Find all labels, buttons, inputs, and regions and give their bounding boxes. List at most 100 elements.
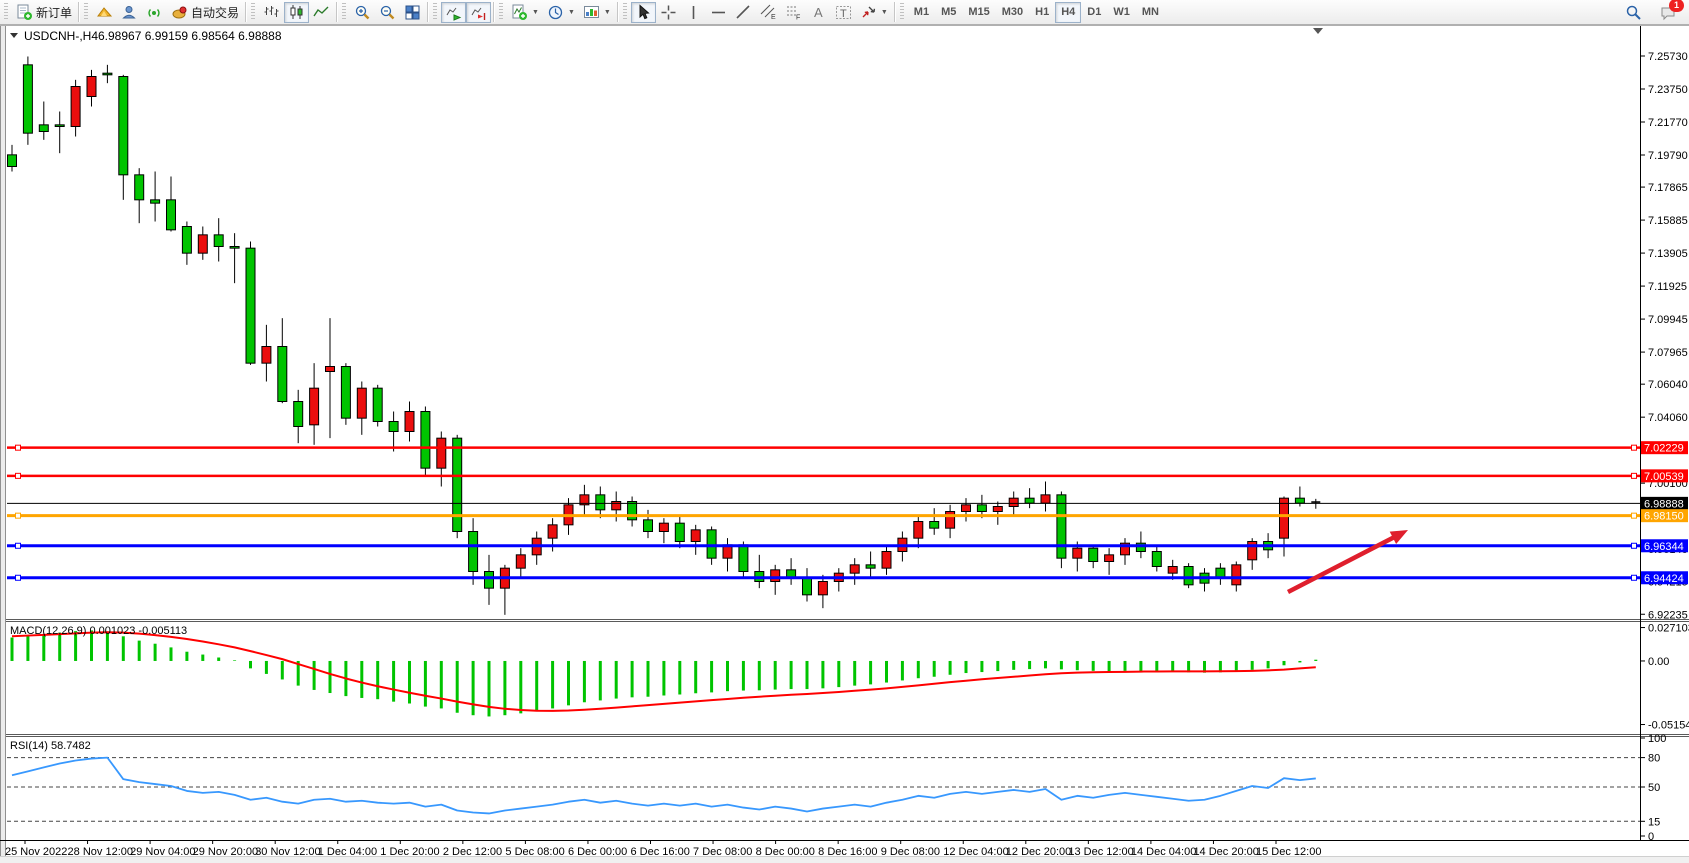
price-tick-label: 7.17865: [1648, 182, 1688, 194]
macd-tick-label: 0.00: [1648, 656, 1669, 668]
indicators-button[interactable]: ▼: [507, 2, 543, 23]
notifications-button[interactable]: 1: [1656, 2, 1681, 23]
price-tag-label: 7.00539: [1644, 471, 1684, 483]
trendline-button[interactable]: [731, 2, 756, 23]
new-order-button[interactable]: 新订单: [12, 2, 76, 23]
line-handle[interactable]: [1632, 543, 1637, 548]
toolbar-separator: [336, 2, 338, 22]
tf-h1-button-label: H1: [1035, 6, 1049, 18]
fibonacci-button[interactable]: F: [781, 2, 806, 23]
chat-icon: 1: [1660, 4, 1677, 21]
text-button[interactable]: A: [806, 2, 831, 23]
rsi-tick-label: 0: [1648, 831, 1654, 843]
price-tag-label: 6.98150: [1644, 511, 1684, 523]
notification-badge: 1: [1669, 0, 1684, 12]
cursor-icon: [635, 4, 652, 21]
toolbar-grip: [623, 3, 627, 21]
chevron-down-icon[interactable]: ▼: [604, 9, 611, 16]
tf-m30-button[interactable]: M30: [996, 2, 1029, 23]
auto-trading-icon: [171, 4, 188, 21]
tf-mn-button-label: MN: [1142, 6, 1159, 18]
auto-scroll-button[interactable]: [441, 2, 466, 23]
horizontal-line-icon: [710, 4, 727, 21]
resistance-line-lower-tag: 7.00539: [1641, 469, 1688, 483]
tf-m1-button[interactable]: M1: [908, 2, 935, 23]
tf-m5-button[interactable]: M5: [935, 2, 962, 23]
tf-d1-button[interactable]: D1: [1081, 2, 1107, 23]
tf-m15-button[interactable]: M15: [962, 2, 995, 23]
toolbar-grip: [499, 3, 503, 21]
channel-button[interactable]: E: [756, 2, 781, 23]
toolbar-separator: [427, 2, 429, 22]
status-bar: [0, 856, 1689, 863]
trendline-icon: [735, 4, 752, 21]
price-tag-label: 6.98888: [1644, 498, 1684, 510]
search-button[interactable]: [1621, 2, 1646, 23]
tf-mn-button[interactable]: MN: [1136, 2, 1165, 23]
new-order-button-label: 新订单: [36, 4, 72, 21]
community-button[interactable]: [117, 2, 142, 23]
zoom-out-button[interactable]: [375, 2, 400, 23]
line-handle[interactable]: [16, 473, 21, 478]
price-tick-label: 7.21770: [1648, 117, 1688, 129]
line-chart-icon: [313, 4, 330, 21]
vertical-line-button[interactable]: [681, 2, 706, 23]
chart-background: [0, 25, 1689, 857]
horizontal-line-button[interactable]: [706, 2, 731, 23]
line-handle[interactable]: [1632, 473, 1637, 478]
toolbar-right: 1: [1621, 2, 1681, 23]
support-line-lower-tag: 6.94424: [1641, 571, 1688, 585]
auto-trading-button[interactable]: 自动交易: [167, 2, 243, 23]
line-handle[interactable]: [16, 575, 21, 580]
bar-chart-button[interactable]: [259, 2, 284, 23]
toolbar-grip: [433, 3, 437, 21]
line-handle[interactable]: [1632, 445, 1637, 450]
indicator-add-icon: [511, 4, 528, 21]
cursor-button[interactable]: [631, 2, 656, 23]
price-tick-label: 7.25730: [1648, 51, 1688, 63]
toolbar-grip: [4, 3, 8, 21]
fibonacci-icon: F: [785, 4, 802, 21]
tf-h4-button[interactable]: H4: [1055, 2, 1081, 23]
svg-text:A: A: [814, 5, 823, 20]
tile-windows-button[interactable]: [400, 2, 425, 23]
chart-window[interactable]: 7.257307.237507.217707.197907.178657.158…: [0, 25, 1689, 857]
price-tick-label: 7.11925: [1648, 281, 1687, 293]
magnifier-icon: [1625, 4, 1642, 21]
candlestick-icon: [288, 4, 305, 21]
price-tick-label: 7.06040: [1648, 379, 1688, 391]
chevron-down-icon[interactable]: ▼: [568, 9, 575, 16]
line-handle[interactable]: [16, 513, 21, 518]
signals-button[interactable]: [142, 2, 167, 23]
signals-icon: [146, 4, 163, 21]
line-handle[interactable]: [1632, 575, 1637, 580]
rsi-tick-label: 100: [1648, 733, 1666, 745]
templates-button[interactable]: ▼: [579, 2, 615, 23]
tf-m1-button-label: M1: [914, 6, 929, 18]
toolbar-grip: [84, 3, 88, 21]
tf-d1-button-label: D1: [1087, 6, 1101, 18]
chevron-down-icon[interactable]: ▼: [532, 9, 539, 16]
periods-button[interactable]: ▼: [543, 2, 579, 23]
chart-canvas[interactable]: 7.257307.237507.217707.197907.178657.158…: [0, 25, 1689, 857]
clock-icon: [547, 4, 564, 21]
chart-shift-button[interactable]: [466, 2, 491, 23]
chevron-down-icon[interactable]: ▼: [881, 9, 888, 16]
candlestick-button[interactable]: [284, 2, 309, 23]
toolbar-separator: [245, 2, 247, 22]
tf-w1-button[interactable]: W1: [1107, 2, 1136, 23]
price-tick-label: 7.23750: [1648, 84, 1688, 96]
tf-h1-button[interactable]: H1: [1029, 2, 1055, 23]
svg-text:T: T: [840, 8, 847, 20]
line-handle[interactable]: [16, 445, 21, 450]
crosshair-button[interactable]: [656, 2, 681, 23]
tf-m15-button-label: M15: [968, 6, 989, 18]
line-chart-button[interactable]: [309, 2, 334, 23]
line-handle[interactable]: [16, 543, 21, 548]
zoom-in-button[interactable]: [350, 2, 375, 23]
line-handle[interactable]: [1632, 513, 1637, 518]
arrows-button[interactable]: ▼: [856, 2, 892, 23]
text-label-button[interactable]: T: [831, 2, 856, 23]
market-button[interactable]: [92, 2, 117, 23]
rsi-label: RSI(14) 58.7482: [10, 740, 91, 752]
